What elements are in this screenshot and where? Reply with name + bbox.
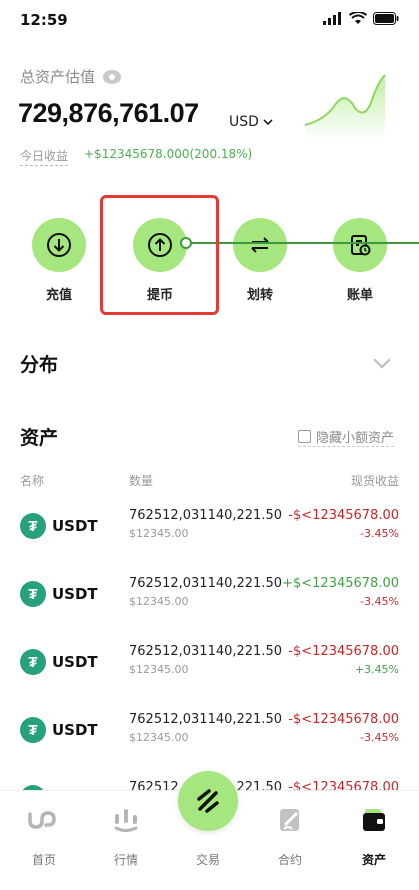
- arrow-down-circle-icon: [47, 233, 71, 257]
- tether-icon: ₮: [20, 717, 46, 743]
- column-qty-header: 数量: [129, 474, 154, 488]
- asset-value: $12345.00: [129, 731, 189, 744]
- asset-pnl-percent: -3.45%: [360, 731, 399, 744]
- asset-row[interactable]: ₮ USDT 762512,031140,221.50 $12345.00 -$…: [0, 643, 419, 703]
- tab-trade-label: 交易: [195, 853, 220, 867]
- currency-label: USD: [229, 114, 259, 130]
- tab-market-label: 行情: [113, 853, 138, 867]
- total-asset-value: 729,876,761.07: [18, 98, 199, 128]
- currency-selector[interactable]: USD: [229, 114, 273, 130]
- asset-pnl: +$<12345678.00: [282, 576, 399, 591]
- signal-icon: [323, 12, 341, 25]
- asset-symbol: USDT: [52, 653, 98, 671]
- swap-icon: [251, 237, 269, 253]
- market-icon: [114, 809, 138, 832]
- transfer-button[interactable]: 划转: [233, 218, 287, 303]
- asset-qty: 762512,031140,221.50: [129, 576, 283, 591]
- contract-icon: [280, 809, 299, 831]
- asset-pnl-percent: -3.45%: [360, 527, 399, 540]
- chevron-down-icon: [263, 118, 273, 125]
- status-time: 12:59: [20, 11, 68, 29]
- deposit-button[interactable]: 充值: [32, 218, 86, 303]
- wifi-icon: [349, 12, 367, 24]
- asset-row[interactable]: ₮ USDT 762512,031140,221.50 $12345.00 +$…: [0, 575, 419, 635]
- sparkline-icon: [304, 74, 386, 140]
- chevron-down-icon[interactable]: [373, 351, 391, 369]
- asset-row[interactable]: ₮ USDT 762512,031140,221.50 $12345.00 -$…: [0, 711, 419, 771]
- hide-small-assets-label: 隐藏小额资产: [316, 431, 395, 446]
- total-asset-label-text: 总资产估值: [20, 68, 96, 86]
- asset-pnl: -$<12345678.00: [288, 508, 399, 523]
- checkbox-icon[interactable]: [298, 430, 311, 443]
- asset-value: $12345.00: [129, 595, 189, 608]
- today-profit-value: +$12345678.000(200.18%): [84, 147, 253, 161]
- bill-button[interactable]: 账单: [333, 218, 387, 303]
- tab-assets[interactable]: 资产: [344, 805, 404, 868]
- tab-contract-label: 合约: [277, 853, 302, 867]
- asset-qty: 762512,031140,221.50: [129, 712, 283, 727]
- tab-market[interactable]: 行情: [96, 805, 156, 868]
- deposit-label: 充值: [45, 288, 72, 303]
- asset-symbol: USDT: [52, 585, 98, 603]
- asset-qty: 762512,031140,221.50: [129, 644, 283, 659]
- up-logo-icon: [28, 811, 56, 829]
- asset-symbol: USDT: [52, 517, 98, 535]
- assets-title: 资产: [20, 427, 59, 449]
- tether-icon: ₮: [20, 649, 46, 675]
- trade-fab-button[interactable]: [178, 771, 238, 831]
- asset-pnl-percent: +3.45%: [354, 663, 399, 676]
- asset-value: $12345.00: [129, 663, 189, 676]
- bill-icon: [351, 235, 371, 256]
- tether-icon: ₮: [20, 513, 46, 539]
- tab-home[interactable]: 首页: [14, 805, 74, 868]
- asset-pnl: -$<12345678.00: [288, 644, 399, 659]
- tab-contract[interactable]: 合约: [260, 805, 320, 868]
- tab-home-label: 首页: [31, 853, 56, 867]
- status-icons: [323, 12, 399, 25]
- asset-pnl: -$<12345678.00: [288, 712, 399, 727]
- column-name-header: 名称: [20, 474, 45, 488]
- distribution-title: 分布: [20, 354, 59, 376]
- asset-value: $12345.00: [129, 527, 189, 540]
- transfer-label: 划转: [246, 288, 273, 303]
- wallet-icon: [363, 809, 385, 831]
- highlight-box: [100, 195, 219, 315]
- eye-icon[interactable]: [103, 69, 122, 84]
- hide-small-assets-toggle[interactable]: 隐藏小额资产: [298, 427, 395, 447]
- asset-row[interactable]: ₮ USDT 762512,031140,221.50 $12345.00 -$…: [0, 507, 419, 567]
- bill-label: 账单: [346, 288, 373, 303]
- total-asset-label: 总资产估值: [20, 66, 122, 87]
- asset-qty: 762512,031140,221.50: [129, 508, 283, 523]
- asset-pnl-percent: -3.45%: [360, 595, 399, 608]
- asset-symbol: USDT: [52, 721, 98, 739]
- battery-icon: [373, 12, 399, 25]
- tab-assets-label: 资产: [361, 853, 386, 867]
- status-bar: 12:59: [0, 0, 419, 40]
- column-pnl-header: 现货收益: [350, 474, 399, 488]
- tether-icon: ₮: [20, 581, 46, 607]
- trade-icon: [197, 789, 219, 813]
- today-profit-label: 今日收益: [20, 147, 69, 166]
- annotation-line: [185, 242, 419, 244]
